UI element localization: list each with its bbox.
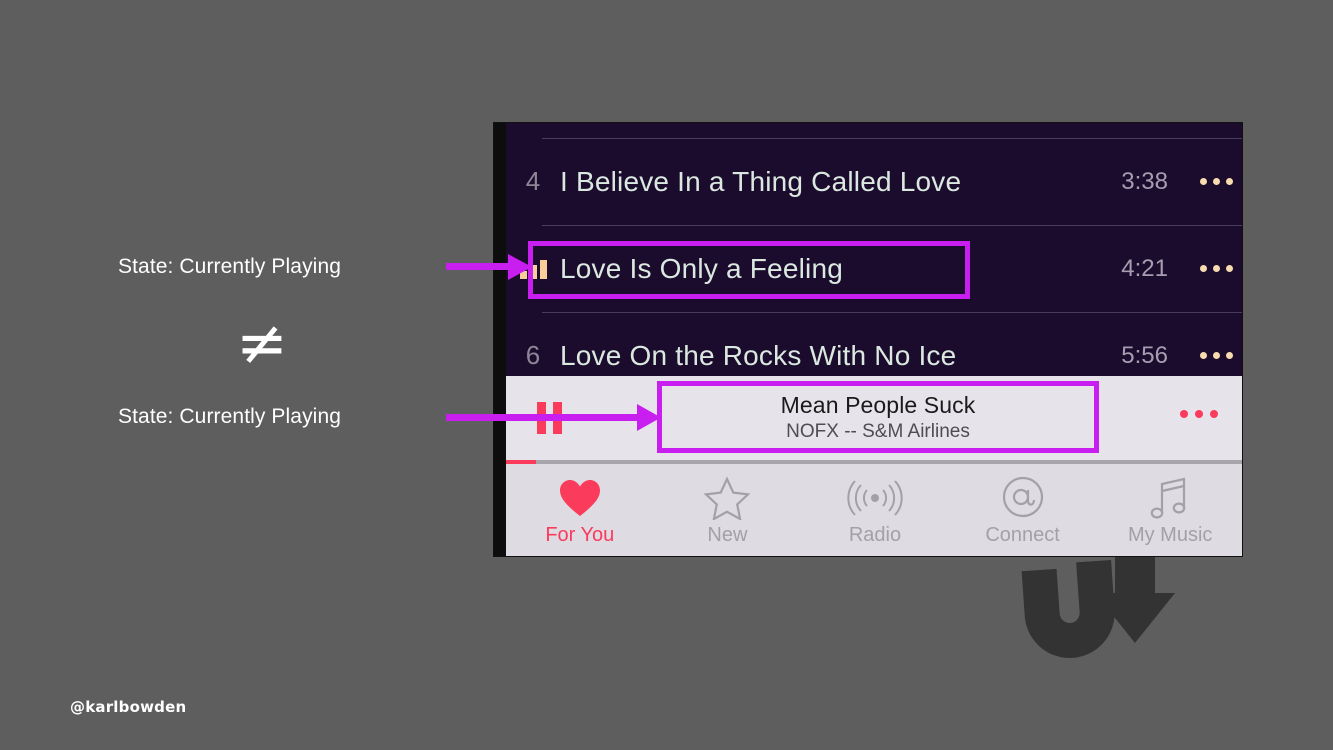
tab-bar: For You New Radio Connect My Music xyxy=(506,464,1242,556)
tab-radio[interactable]: Radio xyxy=(801,464,949,556)
tab-label: For You xyxy=(545,524,615,546)
track-row[interactable]: 4 I Believe In a Thing Called Love 3:38 xyxy=(506,138,1242,225)
tab-my-music[interactable]: My Music xyxy=(1096,464,1242,556)
music-note-icon xyxy=(1148,473,1192,523)
tab-label: Connect xyxy=(985,524,1060,546)
author-handle: @karlbowden xyxy=(70,698,187,716)
broadcast-icon xyxy=(845,473,905,523)
track-duration: 4:21 xyxy=(1121,254,1168,282)
now-playing-text[interactable]: Mean People Suck NOFX -- S&M Airlines xyxy=(658,382,1098,452)
decorative-arrows xyxy=(1021,548,1175,658)
tab-connect[interactable]: Connect xyxy=(949,464,1097,556)
app-screen: 4 I Believe In a Thing Called Love 3:38 … xyxy=(506,123,1242,556)
now-playing-more-options-icon[interactable] xyxy=(1180,410,1218,418)
track-title: Love Is Only a Feeling xyxy=(560,252,843,284)
tab-new[interactable]: New xyxy=(654,464,802,556)
track-number: 4 xyxy=(525,166,541,196)
now-playing-title: Mean People Suck xyxy=(780,391,976,418)
not-equal-symbol: ≠ xyxy=(236,306,288,379)
now-playing-subtitle: NOFX -- S&M Airlines xyxy=(786,420,970,442)
track-duration: 3:38 xyxy=(1121,167,1168,195)
tab-for-you[interactable]: For You xyxy=(506,464,654,556)
at-sign-icon xyxy=(999,473,1047,523)
track-duration: 5:56 xyxy=(1121,341,1168,369)
track-title: Love On the Rocks With No Ice xyxy=(560,339,957,371)
tab-label: Radio xyxy=(848,524,902,546)
track-title: I Believe In a Thing Called Love xyxy=(560,165,962,197)
track-more-options-icon[interactable] xyxy=(1188,352,1242,359)
phone-screenshot-frame: 4 I Believe In a Thing Called Love 3:38 … xyxy=(493,122,1243,557)
annotation-top-label: State: Currently Playing xyxy=(118,255,342,278)
heart-icon xyxy=(558,473,602,523)
track-more-options-icon[interactable] xyxy=(1188,265,1242,272)
track-number: 6 xyxy=(525,340,541,370)
track-more-options-icon[interactable] xyxy=(1188,178,1242,185)
connector-arrow-bottom xyxy=(446,404,661,431)
track-row-playing[interactable]: Love Is Only a Feeling 4:21 xyxy=(506,225,1242,312)
star-icon xyxy=(704,473,751,523)
annotation-bottom-label: State: Currently Playing xyxy=(118,405,342,428)
tab-label: New xyxy=(707,524,748,546)
connector-arrow-top xyxy=(446,254,532,280)
tab-label: My Music xyxy=(1127,524,1213,546)
